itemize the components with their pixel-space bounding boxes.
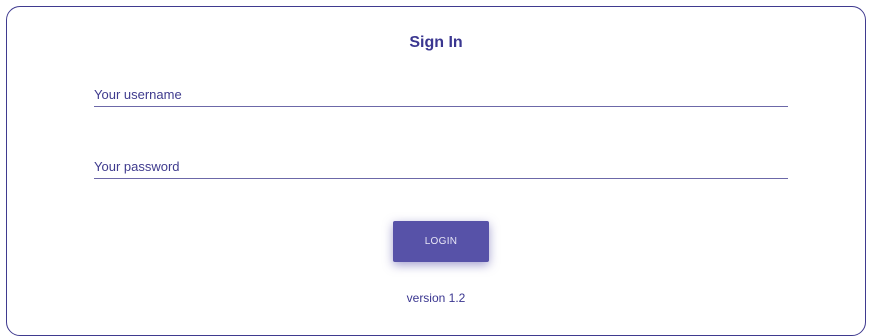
version-label: version 1.2	[406, 291, 466, 305]
password-field	[94, 154, 788, 179]
sign-in-card: Sign In LOGIN version 1.2	[6, 6, 866, 336]
sign-in-title: Sign In	[409, 34, 463, 51]
username-input[interactable]	[94, 82, 788, 106]
password-input[interactable]	[94, 154, 788, 178]
login-button[interactable]: LOGIN	[393, 221, 489, 262]
username-field	[94, 82, 788, 107]
